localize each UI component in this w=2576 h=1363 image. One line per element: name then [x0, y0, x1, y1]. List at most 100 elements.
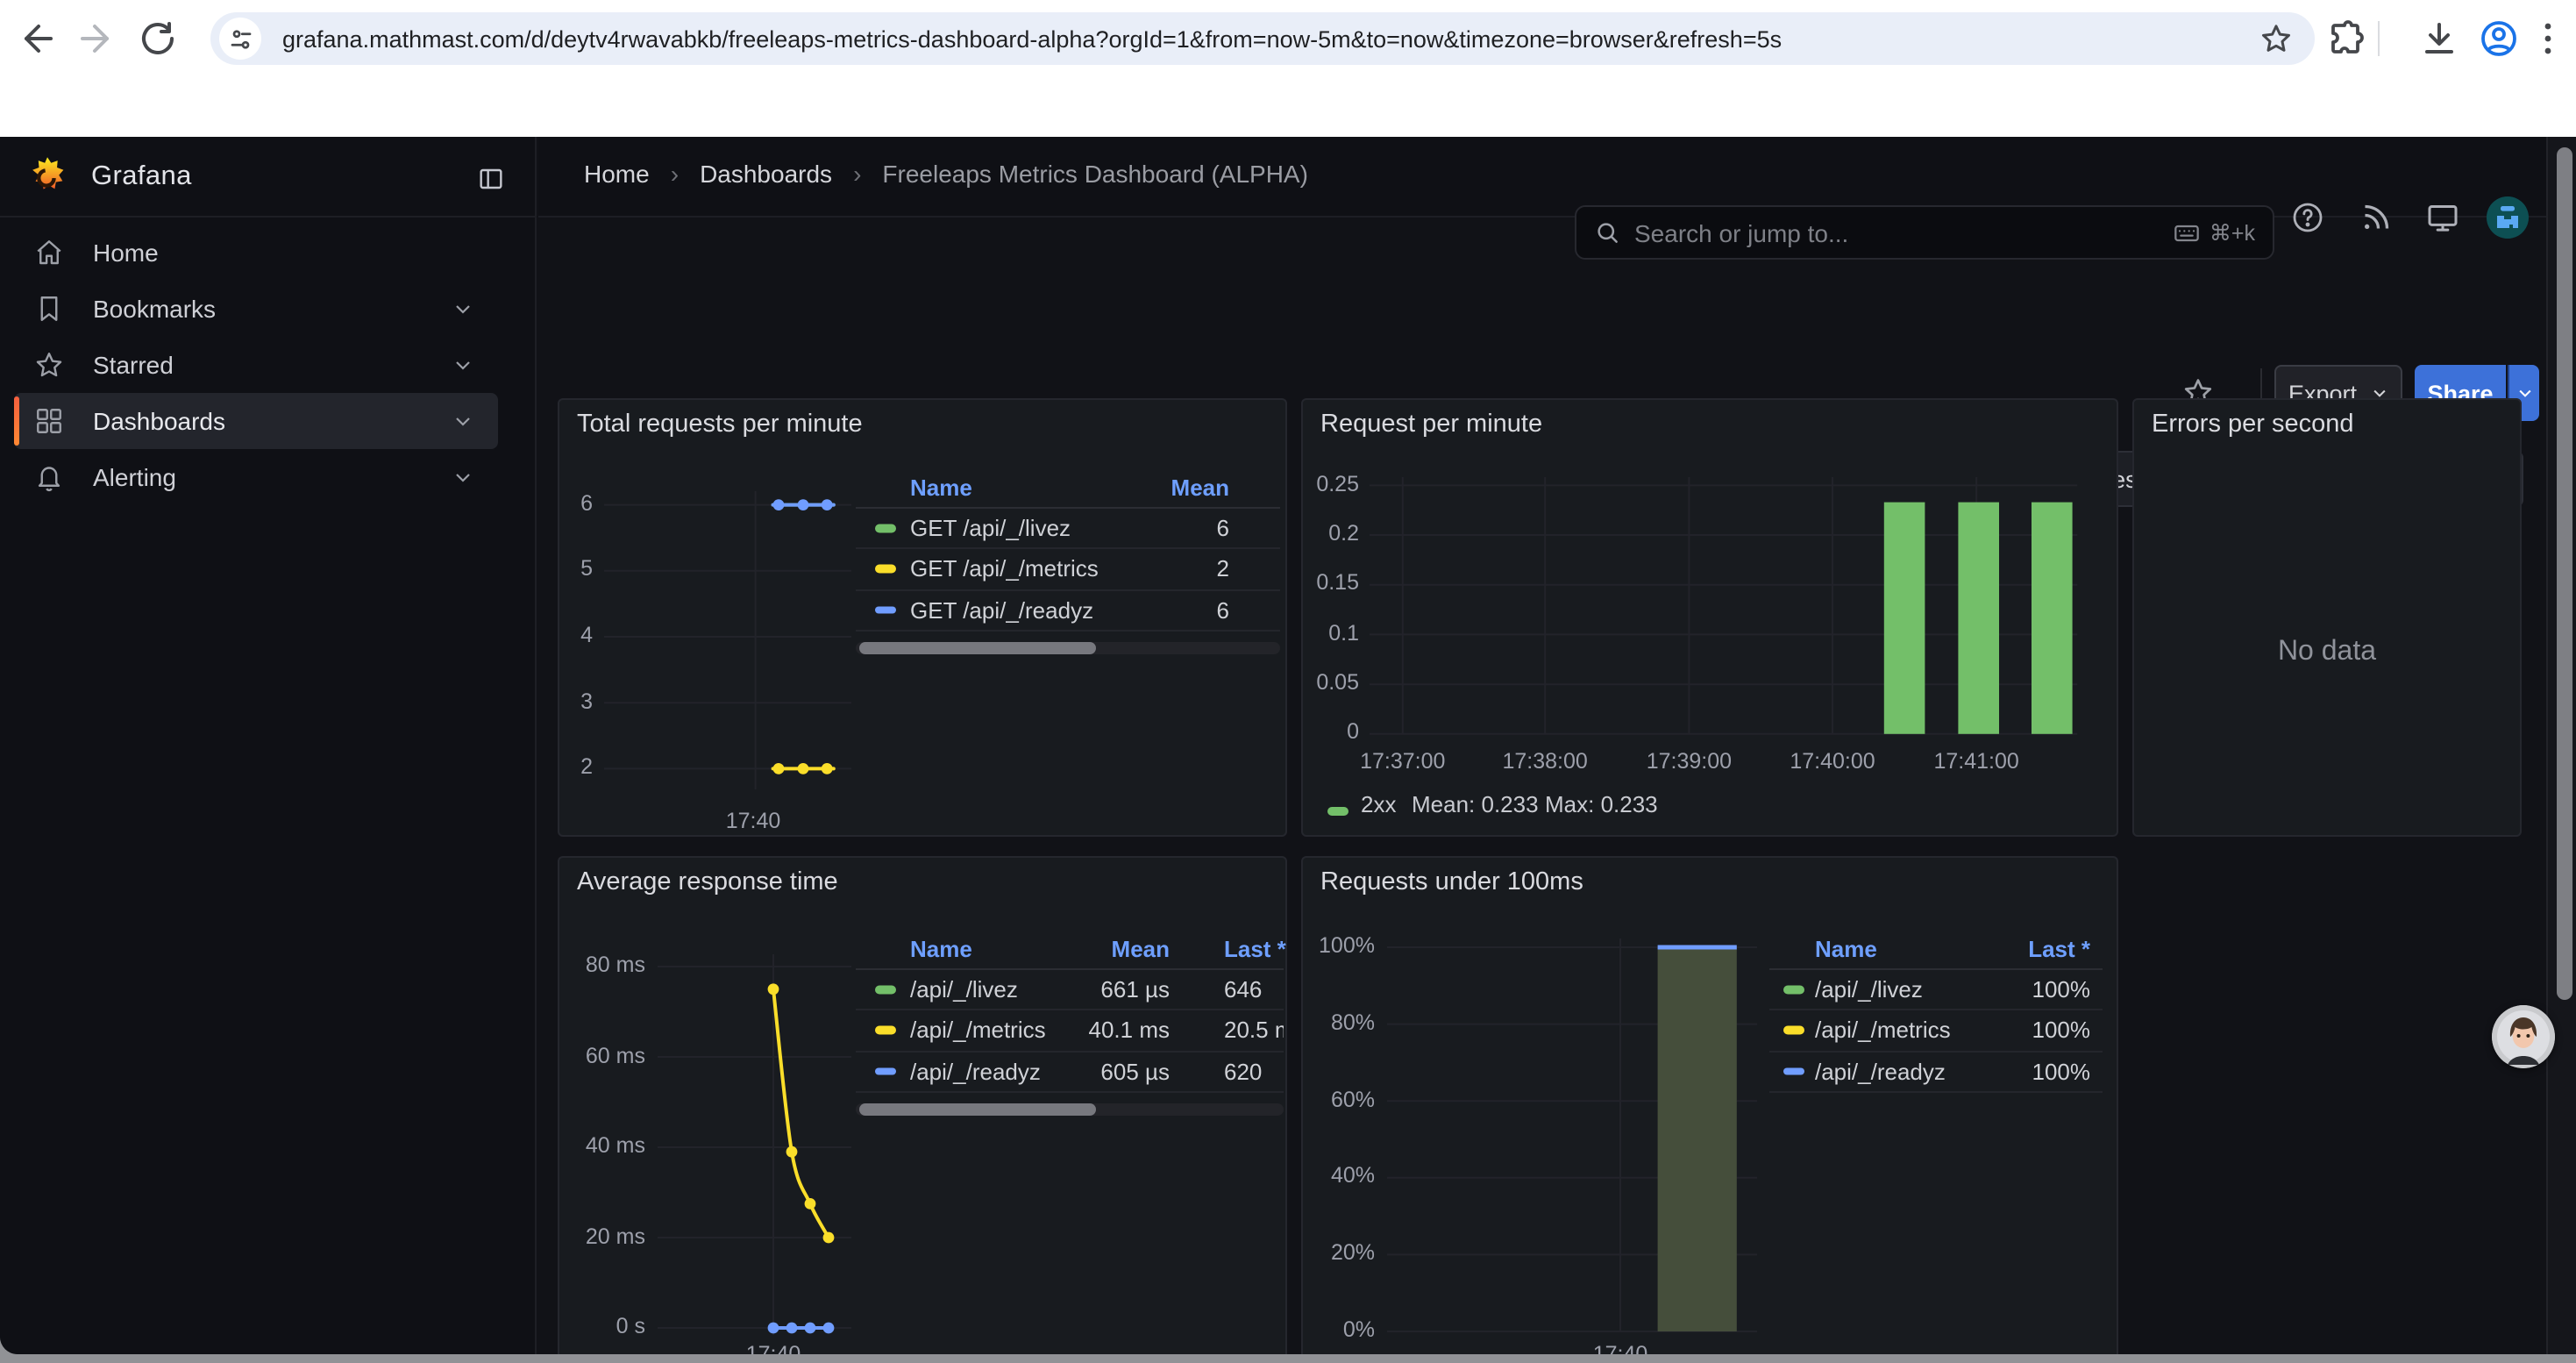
legend-scrollbar-thumb[interactable]	[859, 1103, 1096, 1116]
legend-column-header[interactable]: Name	[910, 474, 972, 500]
legend-column-header[interactable]: Last *	[1224, 935, 1286, 961]
x-axis-tick: 17:40	[1541, 1342, 1699, 1354]
extensions-icon[interactable]	[2325, 18, 2367, 60]
chevron-down-icon[interactable]	[452, 298, 473, 319]
breadcrumb-separator: ›	[671, 160, 679, 188]
y-axis-tick: 40%	[1298, 1164, 1375, 1188]
legend-column-header[interactable]: Mean	[1112, 935, 1170, 961]
legend-column-header[interactable]: Name	[910, 935, 972, 961]
breadcrumb-dashboards[interactable]: Dashboards	[700, 160, 832, 188]
legend-cell-last: 20.5 m	[1224, 1017, 1284, 1044]
sidebar-toggle-icon[interactable]	[477, 165, 505, 193]
legend-header: Name Last *	[1769, 928, 2103, 970]
forward-icon[interactable]	[74, 18, 116, 60]
legend-cell-name[interactable]: /api/_/metrics	[1815, 1017, 1951, 1044]
legend-row: GET /api/_/metrics 2	[856, 550, 1280, 591]
p3-chart[interactable]	[2134, 400, 2520, 835]
back-icon[interactable]	[18, 18, 60, 60]
help-icon[interactable]	[2290, 200, 2325, 235]
sidebar-item-label: Bookmarks	[93, 295, 216, 323]
window-scrollbar[interactable]	[2546, 137, 2576, 1354]
news-rss-icon[interactable]	[2359, 200, 2394, 235]
y-axis-tick: 3	[516, 689, 593, 713]
legend-row: GET /api/_/livez6	[856, 509, 1280, 550]
sidebar-item-alerting[interactable]: Alerting	[14, 449, 498, 505]
bell-icon	[33, 461, 65, 493]
monitor-kiosk-icon[interactable]	[2425, 200, 2460, 235]
legend-row: /api/_/metrics40.1 ms20.5 m	[856, 1011, 1284, 1053]
star-icon	[33, 349, 65, 381]
series-color-swatch	[875, 1067, 896, 1075]
browser-toolbar: grafana.mathmast.com/d/deytv4rwavabkb/fr…	[0, 0, 2576, 77]
user-avatar[interactable]	[2487, 196, 2529, 239]
legend-cell-name[interactable]: GET /api/_/readyz	[910, 596, 1093, 623]
legend-cell-name[interactable]: /api/_/livez	[1815, 976, 1923, 1003]
legend-cell-name[interactable]: GET /api/_/metrics	[910, 556, 1099, 582]
chevron-down-icon[interactable]	[452, 410, 473, 432]
series-color-swatch	[875, 986, 896, 994]
screen: grafana.mathmast.com/d/deytv4rwavabkb/fr…	[0, 0, 2576, 1363]
sidebar-item-bookmarks[interactable]: Bookmarks	[14, 281, 498, 337]
sidebar-item-starred[interactable]: Starred	[14, 337, 498, 393]
y-axis-tick: 80%	[1298, 1010, 1375, 1035]
sidebar-item-dashboards[interactable]: Dashboards	[14, 393, 498, 449]
sidebar-header: Grafana	[0, 137, 537, 218]
grafana-logo-icon[interactable]	[25, 154, 70, 200]
y-axis-tick: 0.25	[1282, 471, 1359, 496]
legend-series-name[interactable]: 2xx	[1361, 791, 1396, 817]
browser-menu-icon[interactable]	[2527, 18, 2569, 60]
toolbar-divider	[2378, 21, 2380, 56]
profile-icon[interactable]	[2478, 18, 2520, 60]
reload-icon[interactable]	[137, 18, 179, 60]
sidebar-item-label: Starred	[93, 351, 174, 379]
legend-scrollbar-thumb[interactable]	[859, 642, 1096, 654]
panel-requests-under-100ms: Requests under 100ms 100%80%60%40%20%0%1…	[1301, 856, 2118, 1354]
legend-column-header[interactable]: Name	[1815, 935, 1877, 961]
legend-cell-name[interactable]: /api/_/metrics	[910, 1017, 1046, 1044]
legend-cell-last: 100%	[2032, 976, 2091, 1003]
assistant-avatar-button[interactable]	[2492, 1005, 2555, 1068]
x-axis-tick: 17:40	[694, 1342, 852, 1354]
legend-header: Name Mean	[856, 467, 1280, 509]
y-axis-tick: 20%	[1298, 1240, 1375, 1265]
y-axis-tick: 0.1	[1282, 620, 1359, 645]
x-axis-tick: 17:38:00	[1466, 749, 1624, 774]
legend-cell-name[interactable]: /api/_/readyz	[1815, 1058, 1946, 1084]
legend-cell-last: 100%	[2032, 1058, 2091, 1084]
series-color-swatch	[875, 525, 896, 532]
y-axis-tick: 4	[516, 623, 593, 647]
y-axis-tick: 0.05	[1282, 670, 1359, 695]
bookmark-icon	[33, 293, 65, 325]
x-axis-tick: 17:37:00	[1324, 749, 1482, 774]
grid-icon	[33, 405, 65, 437]
legend-cell-last: 646	[1224, 976, 1262, 1003]
legend-scrollbar[interactable]	[856, 642, 1280, 654]
x-axis-tick: 17:40:00	[1754, 749, 1911, 774]
chevron-down-icon[interactable]	[452, 354, 473, 375]
sidebar-item-home[interactable]: Home	[14, 225, 498, 281]
bookmark-star-icon[interactable]	[2259, 21, 2294, 56]
legend-column-header[interactable]: Mean	[1171, 474, 1229, 500]
keyboard-icon	[2173, 218, 2201, 246]
legend-cell-name[interactable]: /api/_/livez	[910, 976, 1018, 1003]
legend-column-header[interactable]: Last *	[2028, 935, 2090, 961]
search-icon	[1594, 219, 1620, 246]
legend-row: /api/_/readyz 100%	[1769, 1052, 2103, 1093]
legend-row: /api/_/readyz605 µs620	[856, 1052, 1284, 1093]
legend-cell-name[interactable]: /api/_/readyz	[910, 1058, 1041, 1084]
legend-cell-last: 620	[1224, 1058, 1262, 1084]
y-axis-tick: 0.15	[1282, 571, 1359, 596]
url-text[interactable]: grafana.mathmast.com/d/deytv4rwavabkb/fr…	[282, 25, 2259, 52]
legend-cell-mean: 2	[1217, 556, 1229, 582]
legend-cell-name[interactable]: GET /api/_/livez	[910, 515, 1071, 541]
download-icon[interactable]	[2418, 18, 2460, 60]
breadcrumb-home[interactable]: Home	[584, 160, 650, 188]
chevron-down-icon[interactable]	[452, 467, 473, 488]
legend-scrollbar[interactable]	[856, 1103, 1284, 1116]
breadcrumb: Home › Dashboards › Freeleaps Metrics Da…	[584, 160, 1308, 188]
scrollbar-thumb[interactable]	[2557, 147, 2572, 1000]
search-input[interactable]	[1634, 218, 2173, 246]
url-bar[interactable]: grafana.mathmast.com/d/deytv4rwavabkb/fr…	[210, 12, 2315, 65]
site-settings-icon[interactable]	[219, 18, 261, 60]
search-bar[interactable]: ⌘+k	[1575, 205, 2274, 260]
